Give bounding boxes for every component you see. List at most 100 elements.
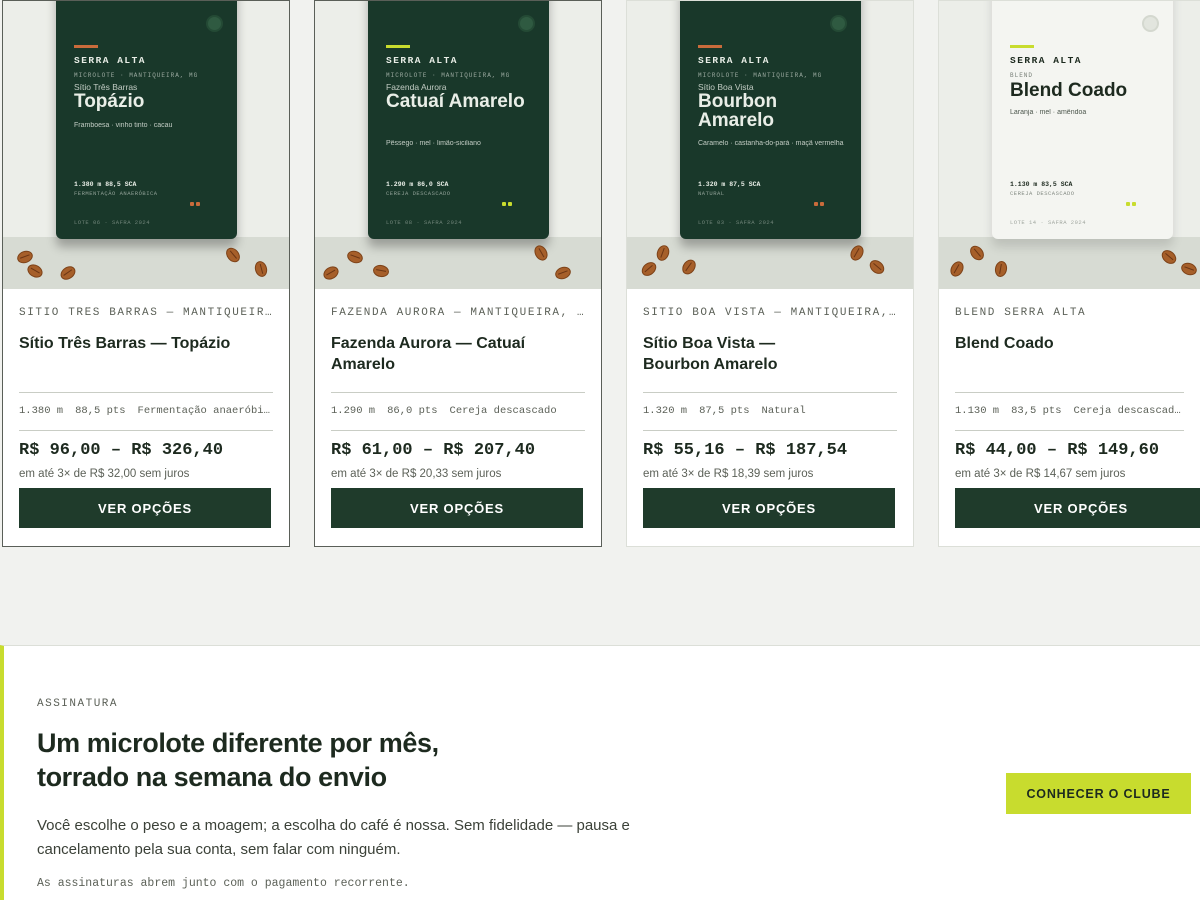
coffee-bag-illustration: SERRA ALTA BLEND Blend Coado Laranja · m… (992, 1, 1173, 239)
bag-coffee-name: Bourbon Amarelo (698, 91, 778, 131)
subscription-eyebrow: ASSINATURA (37, 698, 119, 710)
bag-origin: MICROLOTE · MANTIQUEIRA, MG (698, 72, 823, 79)
bag-roast-indicator (190, 193, 202, 206)
view-options-button[interactable]: VER OPÇÕES (643, 488, 895, 528)
product-process: Cereja descascado (1073, 405, 1181, 417)
coffee-bag-illustration: SERRA ALTA MICROLOTE · MANTIQUEIRA, MG S… (56, 1, 237, 239)
product-card[interactable]: SERRA ALTA MICROLOTE · MANTIQUEIRA, MG S… (2, 0, 290, 547)
product-price: R$ 96,00 – R$ 326,40 (19, 441, 224, 460)
bag-seal-icon (518, 15, 535, 32)
product-altitude: 1.290 m (331, 405, 376, 417)
product-title[interactable]: Blend Coado (955, 333, 1184, 389)
product-origin: FAZENDA AURORA — MANTIQUEIRA, MG (331, 307, 585, 319)
product-card[interactable]: SERRA ALTA MICROLOTE · MANTIQUEIRA, MG F… (314, 0, 602, 547)
product-specs: 1.320 m 87,5 pts Natural (643, 393, 897, 427)
product-origin: BLEND SERRA ALTA (955, 307, 1087, 319)
product-installments: em até 3× de R$ 32,00 sem juros (19, 468, 190, 480)
join-club-button[interactable]: CONHECER O CLUBE (1006, 773, 1191, 814)
product-price: R$ 44,00 – R$ 149,60 (955, 441, 1160, 460)
bag-lot: LOTE 03 · SAFRA 2024 (698, 219, 775, 226)
product-price: R$ 61,00 – R$ 207,40 (331, 441, 536, 460)
product-price: R$ 55,16 – R$ 187,54 (643, 441, 848, 460)
divider (331, 430, 585, 431)
product-info: SÍTIO BOA VISTA — MANTIQUEIRA, MG Sítio … (643, 307, 897, 480)
product-image[interactable]: SERRA ALTA BLEND Blend Coado Laranja · m… (939, 1, 1200, 289)
product-score: 88,5 pts (75, 405, 126, 417)
bag-specs: 1.130 m 83,5 SCA (1010, 181, 1073, 188)
product-altitude: 1.130 m (955, 405, 1000, 417)
bag-seal-icon (206, 15, 223, 32)
bag-seal-icon (1142, 15, 1159, 32)
product-origin: SÍTIO TRÊS BARRAS — MANTIQUEIRA, MG (19, 307, 273, 319)
product-image[interactable]: SERRA ALTA MICROLOTE · MANTIQUEIRA, MG S… (3, 1, 289, 289)
bag-accent-stripe (74, 45, 98, 48)
subscription-heading-line2: torrado na semana do envio (37, 762, 387, 792)
product-installments: em até 3× de R$ 20,33 sem juros (331, 468, 502, 480)
bag-origin: BLEND (1010, 72, 1034, 79)
bag-brand: SERRA ALTA (386, 55, 459, 66)
product-image-ground (3, 237, 289, 289)
product-process: Fermentação anaeróbica (137, 405, 273, 417)
product-info: SÍTIO TRÊS BARRAS — MANTIQUEIRA, MG Síti… (19, 307, 273, 480)
bag-tasting-notes: Pêssego · mel · limão-siciliano (386, 140, 481, 147)
subscription-note: As assinaturas abrem junto com o pagamen… (37, 877, 410, 890)
bag-lot: LOTE 14 · SAFRA 2024 (1010, 219, 1087, 226)
product-specs: 1.290 m 86,0 pts Cereja descascado (331, 393, 585, 427)
product-info: FAZENDA AURORA — MANTIQUEIRA, MG Fazenda… (331, 307, 585, 480)
bag-roast-indicator (1126, 193, 1138, 206)
product-process: Cereja descascado (449, 405, 557, 417)
bag-specs: 1.320 m 87,5 SCA (698, 181, 761, 188)
subscription-heading: Um microlote diferente por mês, torrado n… (37, 726, 557, 794)
bag-accent-stripe (1010, 45, 1034, 48)
coffee-bag-illustration: SERRA ALTA MICROLOTE · MANTIQUEIRA, MG S… (680, 1, 861, 239)
bag-specs: 1.290 m 86,0 SCA (386, 181, 449, 188)
product-title[interactable]: Sítio Três Barras — Topázio (19, 333, 273, 389)
subscription-banner: ASSINATURA Um microlote diferente por mê… (0, 645, 1200, 900)
coffee-bag-illustration: SERRA ALTA MICROLOTE · MANTIQUEIRA, MG F… (368, 1, 549, 239)
product-installments: em até 3× de R$ 18,39 sem juros (643, 468, 814, 480)
bag-origin: MICROLOTE · MANTIQUEIRA, MG (386, 72, 511, 79)
bag-process: CEREJA DESCASCADO (1010, 190, 1075, 197)
bag-tasting-notes: Caramelo · castanha-do-pará · maçã verme… (698, 140, 844, 147)
product-origin: SÍTIO BOA VISTA — MANTIQUEIRA, MG (643, 307, 897, 319)
product-image[interactable]: SERRA ALTA MICROLOTE · MANTIQUEIRA, MG S… (627, 1, 913, 289)
product-score: 86,0 pts (387, 405, 438, 417)
bag-coffee-name: Topázio (74, 91, 145, 112)
product-image-ground (939, 237, 1200, 289)
product-altitude: 1.380 m (19, 405, 64, 417)
bag-lot: LOTE 08 · SAFRA 2024 (386, 219, 463, 226)
bag-specs: 1.380 m 88,5 SCA (74, 181, 137, 188)
bag-process: FERMENTAÇÃO ANAERÓBICA (74, 190, 158, 197)
bag-process: CEREJA DESCASCADO (386, 190, 451, 197)
bag-roast-indicator (814, 193, 826, 206)
bag-lot: LOTE 06 · SAFRA 2024 (74, 219, 151, 226)
divider (955, 430, 1184, 431)
bag-brand: SERRA ALTA (74, 55, 147, 66)
bag-brand: SERRA ALTA (698, 55, 771, 66)
product-grid: SERRA ALTA MICROLOTE · MANTIQUEIRA, MG S… (0, 0, 1200, 548)
view-options-button[interactable]: VER OPÇÕES (19, 488, 271, 528)
product-installments: em até 3× de R$ 14,67 sem juros (955, 468, 1126, 480)
product-title[interactable]: Fazenda Aurora — Catuaí Amarelo (331, 333, 585, 389)
product-card[interactable]: SERRA ALTA BLEND Blend Coado Laranja · m… (938, 0, 1200, 547)
view-options-button[interactable]: VER OPÇÕES (955, 488, 1200, 528)
bag-origin: MICROLOTE · MANTIQUEIRA, MG (74, 72, 199, 79)
product-image[interactable]: SERRA ALTA MICROLOTE · MANTIQUEIRA, MG F… (315, 1, 601, 289)
view-options-button[interactable]: VER OPÇÕES (331, 488, 583, 528)
bag-roast-indicator (502, 193, 514, 206)
product-card[interactable]: SERRA ALTA MICROLOTE · MANTIQUEIRA, MG S… (626, 0, 914, 547)
product-info: BLEND SERRA ALTA Blend Coado 1.130 m 83,5… (955, 307, 1184, 480)
product-process: Natural (761, 405, 806, 417)
bag-tasting-notes: Laranja · mel · amêndoa (1010, 109, 1087, 116)
divider (19, 430, 273, 431)
bag-coffee-name: Blend Coado (1010, 80, 1128, 101)
bag-brand: SERRA ALTA (1010, 55, 1083, 66)
bag-seal-icon (830, 15, 847, 32)
bag-process: NATURAL (698, 190, 725, 197)
divider (643, 430, 897, 431)
product-score: 87,5 pts (699, 405, 750, 417)
product-specs: 1.130 m 83,5 pts Cereja descascado (955, 393, 1184, 427)
subscription-heading-line1: Um microlote diferente por mês, (37, 728, 439, 758)
subscription-description: Você escolhe o peso e a moagem; a escolh… (37, 817, 630, 858)
product-title[interactable]: Sítio Boa Vista — Bourbon Amarelo (643, 333, 793, 389)
